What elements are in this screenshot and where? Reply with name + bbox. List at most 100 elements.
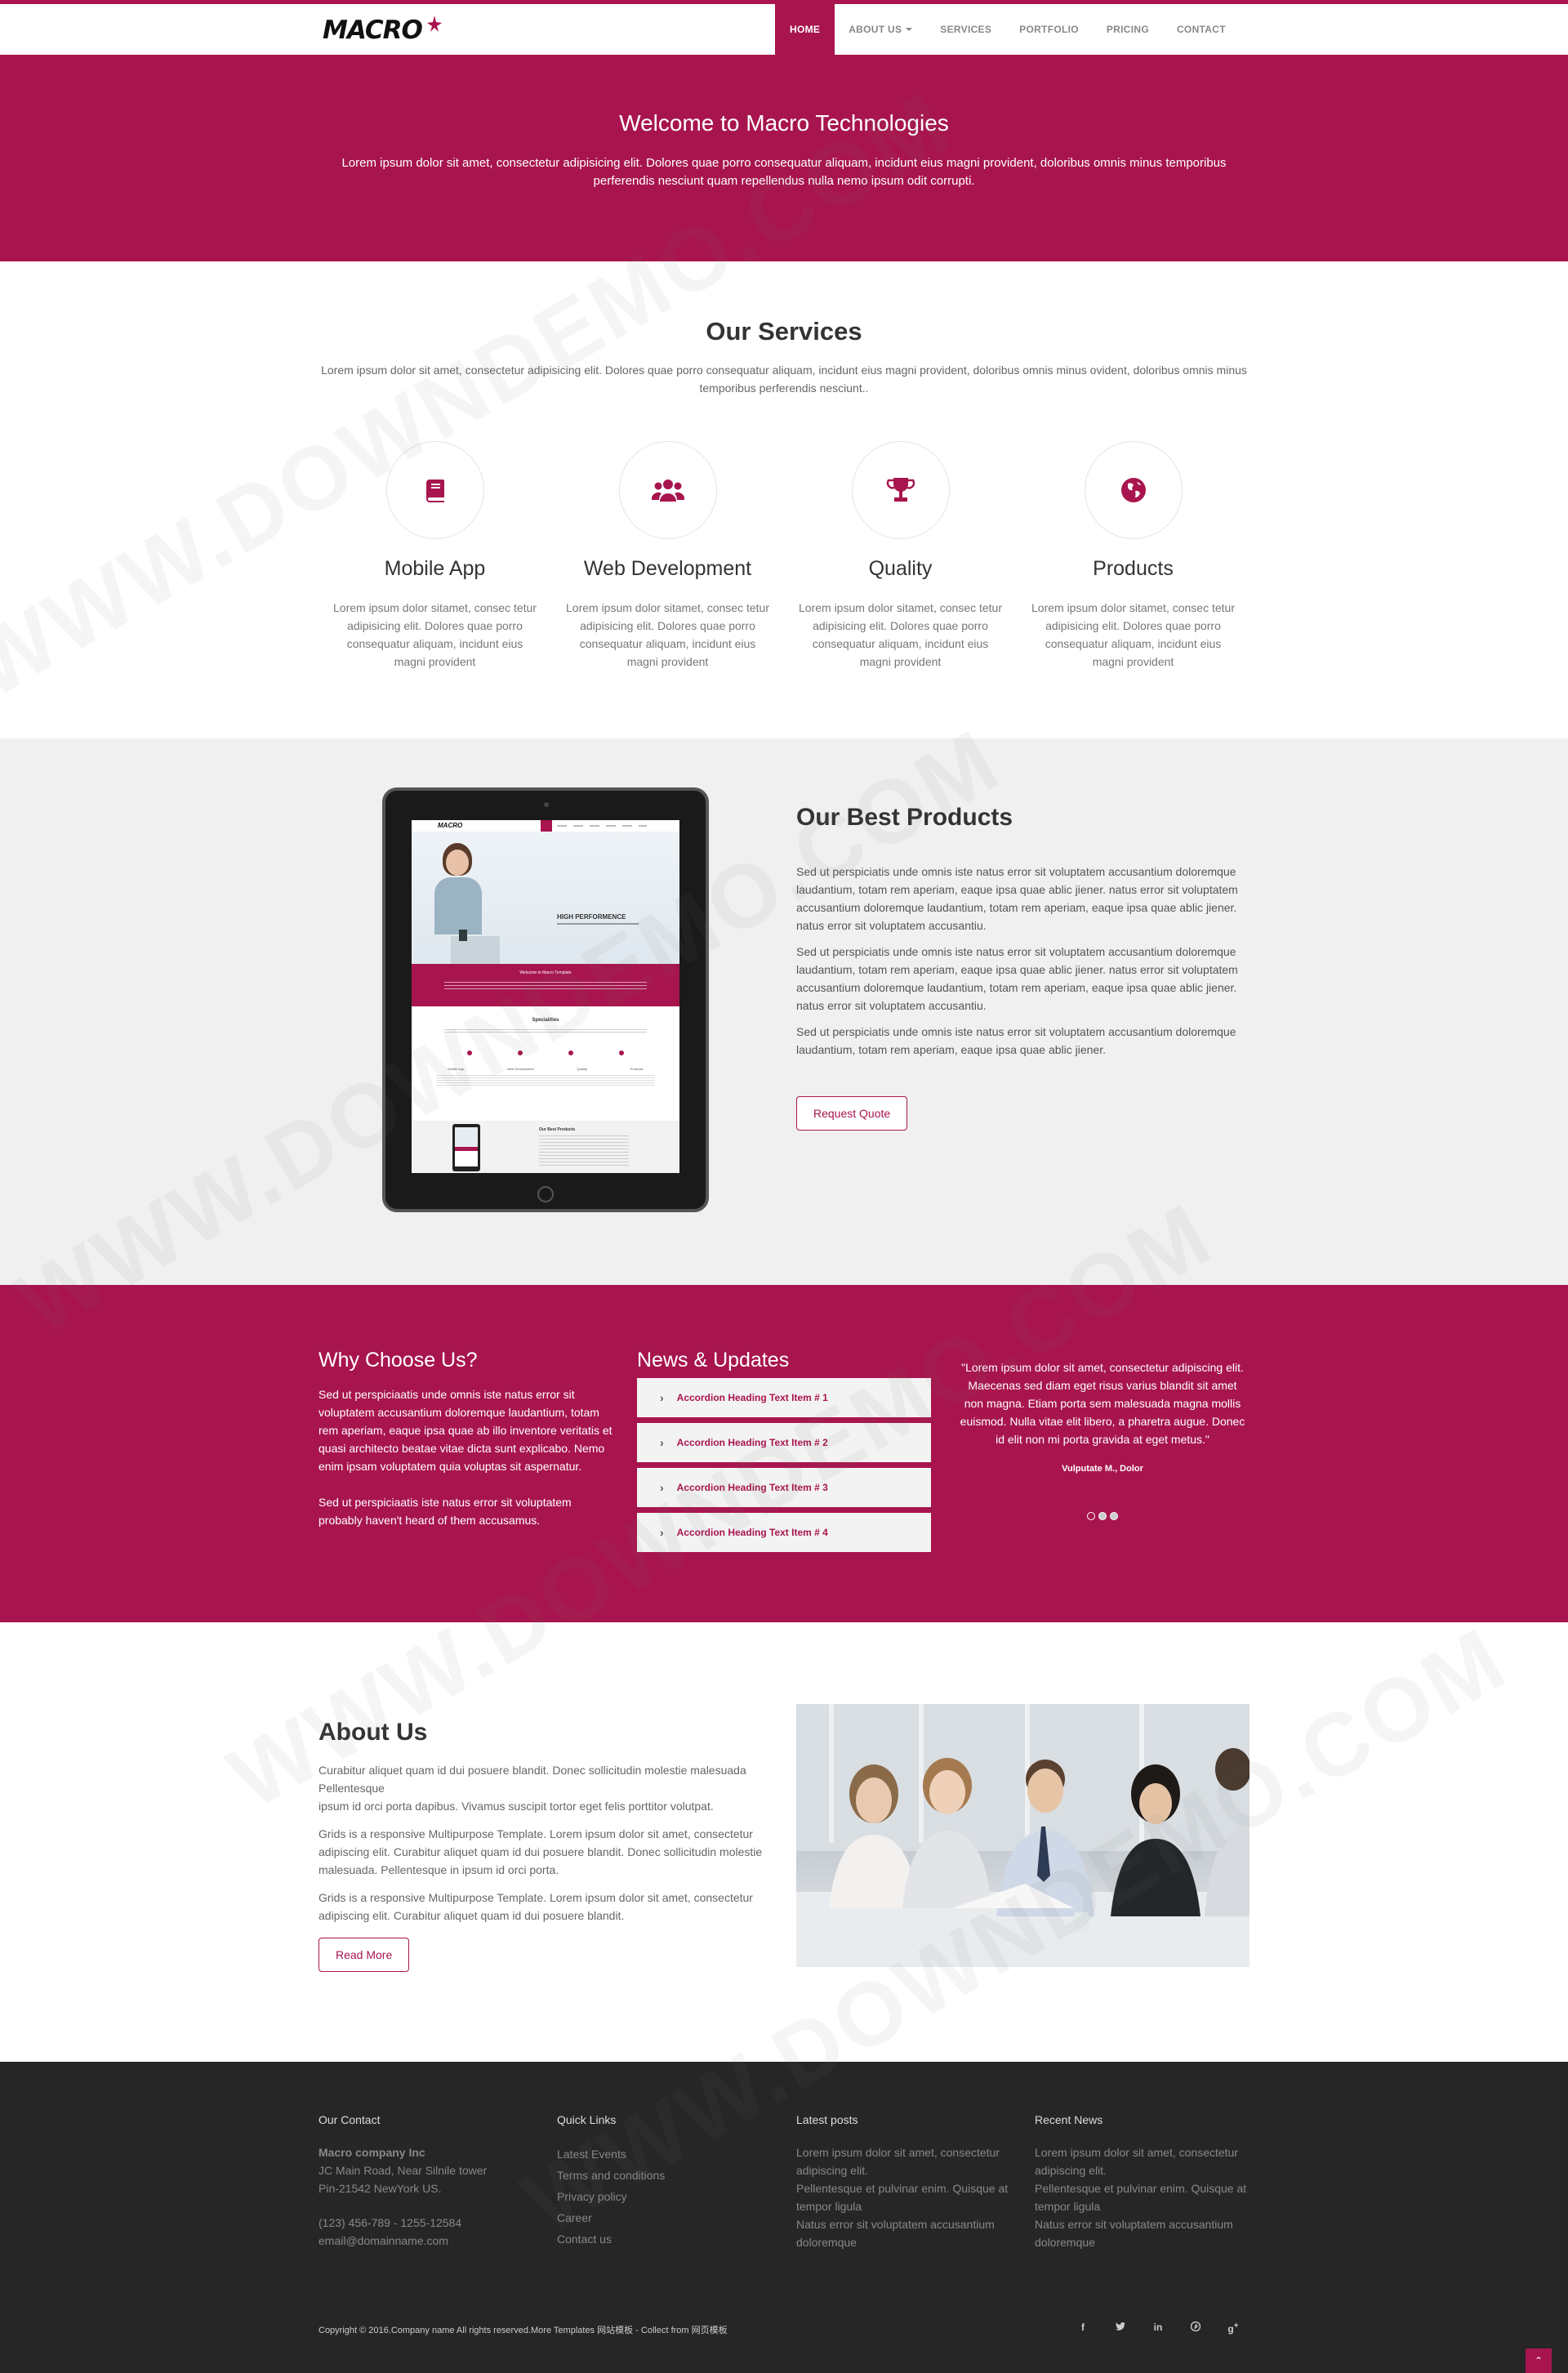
accordion-item[interactable]: › Accordion Heading Text Item # 2: [637, 1423, 931, 1462]
service-card-quality: Quality Lorem ipsum dolor sitamet, conse…: [784, 441, 1017, 671]
footer-link[interactable]: Latest Events: [557, 2143, 777, 2165]
about-title: About Us: [318, 1719, 428, 1746]
services-title: Our Services: [706, 317, 862, 346]
footer-link[interactable]: Terms and conditions: [557, 2165, 777, 2186]
testimonial-quote: "Lorem ipsum dolor sit amet, consectetur…: [960, 1361, 1245, 1446]
service-title: Web Development: [583, 557, 752, 580]
caret-down-icon: [906, 28, 913, 31]
footer-email[interactable]: email@domainname.com: [318, 2232, 539, 2250]
service-icon-circle[interactable]: [1084, 441, 1183, 539]
slider-dot[interactable]: [1087, 1512, 1095, 1520]
footer-link[interactable]: Privacy policy: [557, 2186, 777, 2207]
chevron-right-icon: ›: [660, 1526, 664, 1539]
news-accordion: › Accordion Heading Text Item # 1 › Accord…: [637, 1378, 931, 1552]
footer-post[interactable]: Lorem ipsum dolor sit amet, consectetur …: [796, 2143, 1017, 2179]
trophy-icon: [886, 478, 915, 502]
about-section: About Us Curabitur aliquet quam id dui p…: [0, 1622, 1568, 2062]
footer-post[interactable]: Pellentesque et pulvinar enim. Quisque a…: [796, 2179, 1017, 2215]
logo-star-icon: [427, 16, 442, 32]
service-text: Lorem ipsum dolor sitamet, consec tetur …: [333, 601, 537, 668]
service-icon-circle[interactable]: [385, 441, 484, 539]
hero-text: Lorem ipsum dolor sit amet, consectetur …: [341, 156, 1227, 188]
service-card-web-development: Web Development Lorem ipsum dolor sitame…: [551, 441, 784, 671]
social-links: f in g+: [1064, 2321, 1252, 2335]
service-title: Products: [1093, 557, 1174, 580]
slider-dots: [960, 1512, 1245, 1520]
nav-portfolio[interactable]: PORTFOLIO: [1005, 4, 1093, 55]
copyright: Copyright © 2016.Company name All rights…: [318, 2326, 728, 2335]
mini-services: Specialities Mobile App Web Development …: [412, 1006, 679, 1121]
team-photo: [796, 1704, 1250, 1967]
twitter-icon[interactable]: [1102, 2322, 1139, 2335]
pinterest-icon[interactable]: [1177, 2321, 1214, 2335]
why-paragraph: Sed ut perspiciaatis iste natus error si…: [318, 1496, 572, 1527]
service-title: Quality: [868, 557, 933, 580]
about-paragraph: Grids is a responsive Multipurpose Templ…: [318, 1827, 763, 1876]
about-text: About Us Curabitur aliquet quam id dui p…: [318, 1719, 768, 1972]
footer-latest-posts: Latest posts Lorem ipsum dolor sit amet,…: [796, 2111, 1017, 2251]
service-text: Lorem ipsum dolor sitamet, consec tetur …: [799, 601, 1002, 668]
mini-products: Our Best Products: [412, 1121, 679, 1173]
testimonial-slider: "Lorem ipsum dolor sit amet, consectetur…: [960, 1358, 1245, 1520]
nav-contact[interactable]: CONTACT: [1163, 4, 1240, 55]
slider-dot[interactable]: [1098, 1512, 1107, 1520]
slider-dot[interactable]: [1110, 1512, 1118, 1520]
back-to-top-button[interactable]: ⌃: [1526, 2348, 1552, 2373]
linkedin-icon[interactable]: in: [1139, 2322, 1177, 2335]
footer-link[interactable]: Career: [557, 2207, 777, 2228]
tablet-mockup: MACRO HIGH PERFORMENCE Welcome to Macro …: [382, 787, 709, 1212]
footer-post[interactable]: Natus error sit voluptatem accusantium d…: [796, 2215, 1017, 2251]
footer-link[interactable]: Contact us: [557, 2228, 777, 2250]
tablet-home-button: [537, 1186, 554, 1202]
service-text: Lorem ipsum dolor sitamet, consec tetur …: [566, 601, 769, 668]
footer-heading: Latest posts: [796, 2113, 858, 2126]
accordion-item[interactable]: › Accordion Heading Text Item # 4: [637, 1513, 931, 1552]
products-paragraph: Sed ut perspiciatis unde omnis iste natu…: [796, 1025, 1236, 1056]
footer-heading: Quick Links: [557, 2113, 617, 2126]
accordion-item[interactable]: › Accordion Heading Text Item # 1: [637, 1378, 931, 1417]
read-more-button[interactable]: Read More: [318, 1938, 410, 1972]
products-paragraph: Sed ut perspiciatis unde omnis iste natu…: [796, 865, 1238, 932]
why-choose-us: Why Choose Us? Sed ut perspiciaatis unde…: [318, 1349, 617, 1529]
nav-services[interactable]: SERVICES: [926, 4, 1005, 55]
service-icon-circle[interactable]: [851, 441, 950, 539]
google-plus-icon[interactable]: g+: [1214, 2322, 1252, 2335]
tablet-screen: MACRO HIGH PERFORMENCE Welcome to Macro …: [412, 820, 679, 1173]
footer-address: Pin-21542 NewYork US.: [318, 2182, 442, 2195]
globe-icon: [1120, 478, 1146, 502]
hero-banner: Welcome to Macro Technologies Lorem ipsu…: [0, 55, 1568, 261]
site-logo[interactable]: MACRO: [323, 16, 442, 45]
products-text: Our Best Products Sed ut perspiciatis un…: [796, 804, 1241, 1131]
footer-phone: (123) 456-789 - 1255-12584: [318, 2216, 462, 2229]
nav-home[interactable]: HOME: [775, 4, 835, 55]
news-title: News & Updates: [637, 1349, 790, 1372]
footer-news[interactable]: Pellentesque et pulvinar enim. Quisque a…: [1035, 2179, 1255, 2215]
book-icon: [425, 480, 444, 502]
main-nav: HOME ABOUT US SERVICES PORTFOLIO PRICING…: [775, 4, 1240, 55]
testimonial-author: Vulputate M., Dolor: [1062, 1464, 1143, 1474]
products-paragraph: Sed ut perspiciatis unde omnis iste natu…: [796, 945, 1238, 1012]
chevron-right-icon: ›: [660, 1391, 664, 1404]
team-meeting-image: [796, 1704, 1250, 1967]
nav-pricing[interactable]: PRICING: [1093, 4, 1163, 55]
service-text: Lorem ipsum dolor sitamet, consec tetur …: [1031, 601, 1235, 668]
service-icon-circle[interactable]: [618, 441, 717, 539]
nav-about-us[interactable]: ABOUT US: [835, 4, 926, 55]
accordion-item[interactable]: › Accordion Heading Text Item # 3: [637, 1468, 931, 1507]
footer-recent-news: Recent News Lorem ipsum dolor sit amet, …: [1035, 2111, 1255, 2251]
hero-title: Welcome to Macro Technologies: [619, 110, 949, 136]
facebook-icon[interactable]: f: [1064, 2322, 1102, 2335]
footer-news[interactable]: Lorem ipsum dolor sit amet, consectetur …: [1035, 2143, 1255, 2179]
about-paragraph: Grids is a responsive Multipurpose Templ…: [318, 1891, 753, 1922]
news-updates: News & Updates › Accordion Heading Text I…: [637, 1349, 931, 1552]
products-section: MACRO HIGH PERFORMENCE Welcome to Macro …: [0, 738, 1568, 1285]
service-card-mobile-app: Mobile App Lorem ipsum dolor sitamet, co…: [318, 441, 551, 671]
products-title: Our Best Products: [796, 804, 1013, 831]
why-paragraph: Sed ut perspiciaatis unde omnis iste nat…: [318, 1388, 612, 1473]
services-section: Our Services Lorem ipsum dolor sit amet,…: [0, 261, 1568, 738]
about-paragraph: Curabitur aliquet quam id dui posuere bl…: [318, 1764, 746, 1813]
footer-quick-links: Quick Links Latest Events Terms and cond…: [557, 2111, 777, 2250]
request-quote-button[interactable]: Request Quote: [796, 1096, 908, 1131]
service-card-products: Products Lorem ipsum dolor sitamet, cons…: [1017, 441, 1250, 671]
footer-news[interactable]: Natus error sit voluptatem accusantium d…: [1035, 2215, 1255, 2251]
